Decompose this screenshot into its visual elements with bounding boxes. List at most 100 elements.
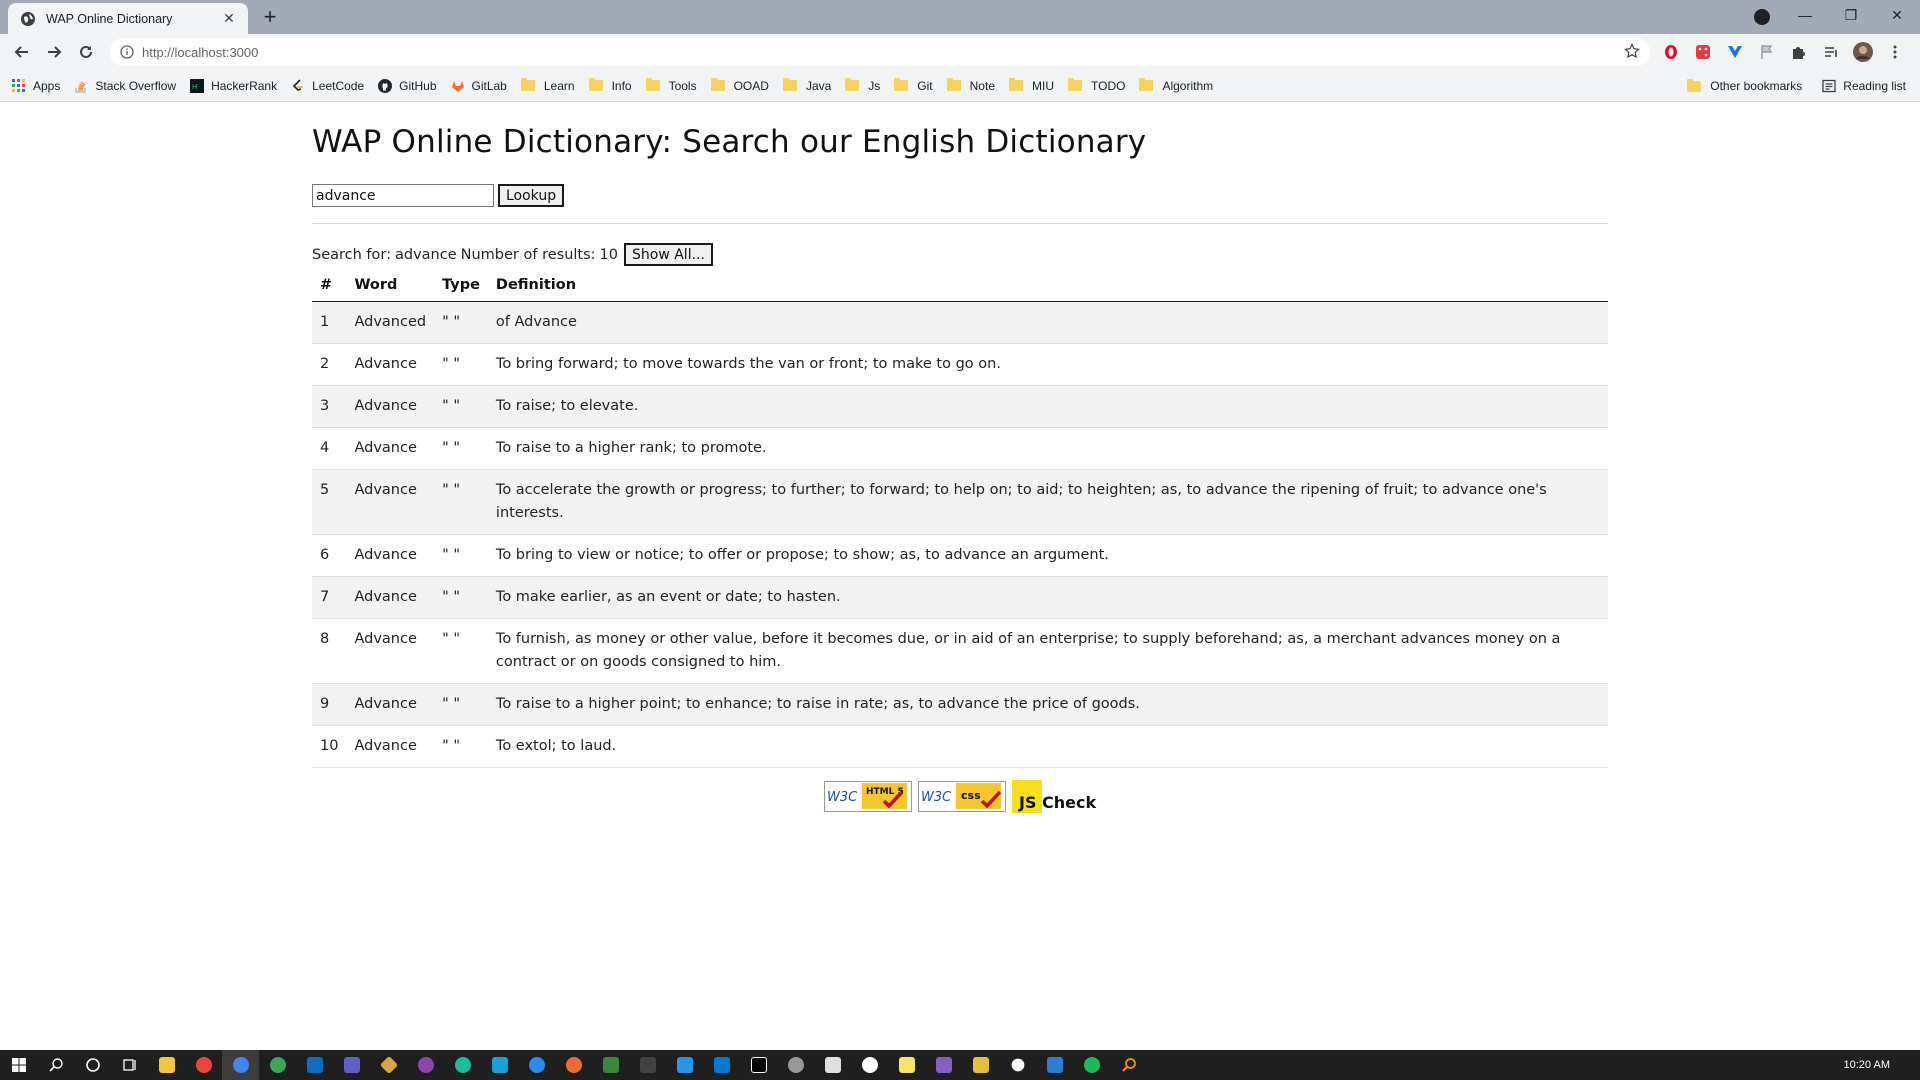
nodejs-icon xyxy=(602,1057,619,1073)
table-row: 10 Advance " " To extol; to laud. xyxy=(312,725,1608,768)
taskbar-vscode[interactable] xyxy=(703,1050,740,1080)
row-word: Advance xyxy=(346,725,435,768)
folder-icon xyxy=(946,78,961,91)
reading-list-button[interactable]: Reading list xyxy=(1822,79,1906,93)
bookmark-stackoverflow[interactable]: Stack Overflow xyxy=(74,79,176,93)
row-number: 1 xyxy=(312,301,347,344)
bookmark-folder-js[interactable]: Js xyxy=(845,78,880,93)
bookmarks-bar: Apps Stack Overflow H HackerRank LeetCod… xyxy=(0,70,1920,102)
bookmark-github[interactable]: GitHub xyxy=(378,78,437,93)
w3c-html5-badge[interactable]: W3C HTML 5 xyxy=(824,780,912,812)
opera-extension-icon[interactable] xyxy=(1660,41,1682,63)
search-input[interactable] xyxy=(312,184,494,207)
info-icon[interactable] xyxy=(120,45,134,59)
taskbar-chrome-active[interactable] xyxy=(222,1050,259,1080)
folder-icon xyxy=(845,78,860,91)
taskbar-chrome[interactable] xyxy=(185,1050,222,1080)
forward-button[interactable] xyxy=(38,36,70,68)
reload-button[interactable] xyxy=(70,36,102,68)
taskbar-sticky-notes[interactable] xyxy=(888,1050,925,1080)
task-view-icon xyxy=(122,1059,136,1071)
bookmark-other-bookmarks[interactable]: Other bookmarks xyxy=(1687,78,1802,93)
tab-close-icon[interactable]: ✕ xyxy=(220,10,238,27)
taskbar-terminal[interactable] xyxy=(629,1050,666,1080)
bookmark-folder-todo[interactable]: TODO xyxy=(1068,78,1125,93)
lookup-button[interactable]: Lookup xyxy=(498,184,565,207)
bookmark-folder-info[interactable]: Info xyxy=(588,78,632,93)
taskbar-app-search-orange[interactable] xyxy=(1110,1050,1147,1080)
chrome-icon xyxy=(195,1057,212,1073)
minimize-button[interactable]: — xyxy=(1782,0,1828,30)
bookmark-folder-algorithm[interactable]: Algorithm xyxy=(1139,78,1213,93)
taskbar-search-button[interactable] xyxy=(37,1050,74,1080)
new-tab-button[interactable]: + xyxy=(257,5,283,31)
bookmark-folder-git[interactable]: Git xyxy=(894,78,933,93)
tab-search-icon[interactable] xyxy=(1754,9,1770,25)
row-word: Advanced xyxy=(346,301,435,344)
results-table: # Word Type Definition 1 Advanced " " of… xyxy=(312,271,1608,768)
address-bar[interactable]: http://localhost:3000 xyxy=(110,38,1650,66)
taskbar-app-blue[interactable] xyxy=(518,1050,555,1080)
taskbar-app-white[interactable] xyxy=(851,1050,888,1080)
bookmark-hackerrank[interactable]: H HackerRank xyxy=(190,78,277,93)
media-controls-icon[interactable] xyxy=(1820,41,1842,63)
apps-grid-icon xyxy=(12,78,25,92)
taskbar-app-teal[interactable] xyxy=(444,1050,481,1080)
taskbar-teams[interactable] xyxy=(333,1050,370,1080)
bookmark-label: Note xyxy=(969,78,995,93)
jscheck-badge[interactable]: JS Check xyxy=(1012,779,1098,813)
taskbar-intellij[interactable] xyxy=(740,1050,777,1080)
close-window-button[interactable]: ✕ xyxy=(1874,0,1920,30)
kebab-menu-icon[interactable] xyxy=(1884,41,1906,63)
task-view-button[interactable] xyxy=(111,1050,148,1080)
bookmark-star-icon[interactable] xyxy=(1624,43,1640,59)
bookmark-folder-tools[interactable]: Tools xyxy=(645,78,697,93)
taskbar-app-purple[interactable] xyxy=(407,1050,444,1080)
taskbar-chrome-2[interactable] xyxy=(259,1050,296,1080)
taskbar-app-yellow[interactable] xyxy=(962,1050,999,1080)
taskbar-file-explorer[interactable] xyxy=(148,1050,185,1080)
taskbar-spotify[interactable] xyxy=(1073,1050,1110,1080)
bookmark-label: MIU xyxy=(1032,78,1054,93)
windows-logo-icon xyxy=(11,1058,26,1072)
taskbar-clock[interactable]: 10:20 AM xyxy=(1844,1050,1890,1080)
url-text[interactable]: http://localhost:3000 xyxy=(142,45,258,60)
bookmark-folder-note[interactable]: Note xyxy=(946,78,995,93)
bookmark-folder-learn[interactable]: Learn xyxy=(520,78,575,93)
cortana-button[interactable] xyxy=(74,1050,111,1080)
dice-extension-icon[interactable] xyxy=(1692,41,1714,63)
taskbar-app-cyan[interactable] xyxy=(481,1050,518,1080)
bookmark-label: Stack Overflow xyxy=(95,78,177,93)
taskbar-app-shield[interactable] xyxy=(814,1050,851,1080)
taskbar-visual-studio[interactable] xyxy=(925,1050,962,1080)
show-all-button[interactable]: Show All... xyxy=(624,243,713,266)
hackerrank-icon: H xyxy=(190,78,205,93)
taskbar-app-docker[interactable] xyxy=(666,1050,703,1080)
bookmark-folder-java[interactable]: Java xyxy=(782,78,831,93)
white-app-icon xyxy=(861,1057,878,1073)
row-word: Advance xyxy=(346,683,435,726)
puzzle-extensions-icon[interactable] xyxy=(1788,41,1810,63)
start-button[interactable] xyxy=(0,1050,37,1080)
bookmark-apps[interactable]: Apps xyxy=(12,78,60,93)
profile-avatar[interactable] xyxy=(1852,41,1874,63)
magnifier-app-icon xyxy=(1121,1058,1136,1072)
taskbar-app-orange[interactable] xyxy=(555,1050,592,1080)
bookmark-folder-miu[interactable]: MIU xyxy=(1009,78,1054,93)
back-button[interactable] xyxy=(6,36,38,68)
vue-extension-icon[interactable] xyxy=(1724,41,1746,63)
bookmark-gitlab[interactable]: GitLab xyxy=(451,79,507,93)
browser-tab[interactable]: WAP Online Dictionary ✕ xyxy=(8,3,248,34)
restore-button[interactable]: ❐ xyxy=(1828,0,1874,30)
taskbar-app-edge[interactable] xyxy=(1036,1050,1073,1080)
taskbar-app-gray[interactable] xyxy=(777,1050,814,1080)
stackoverflow-icon xyxy=(75,81,87,93)
w3c-css-badge[interactable]: W3C css xyxy=(918,780,1006,812)
taskbar-app-diamond[interactable] xyxy=(370,1050,407,1080)
taskbar-outlook[interactable] xyxy=(296,1050,333,1080)
bookmark-folder-ooad[interactable]: OOAD xyxy=(710,78,769,93)
taskbar-app-dot[interactable] xyxy=(999,1050,1036,1080)
taskbar-app-green[interactable] xyxy=(592,1050,629,1080)
flag-extension-icon[interactable] xyxy=(1756,41,1778,63)
bookmark-leetcode[interactable]: LeetCode xyxy=(291,79,364,93)
